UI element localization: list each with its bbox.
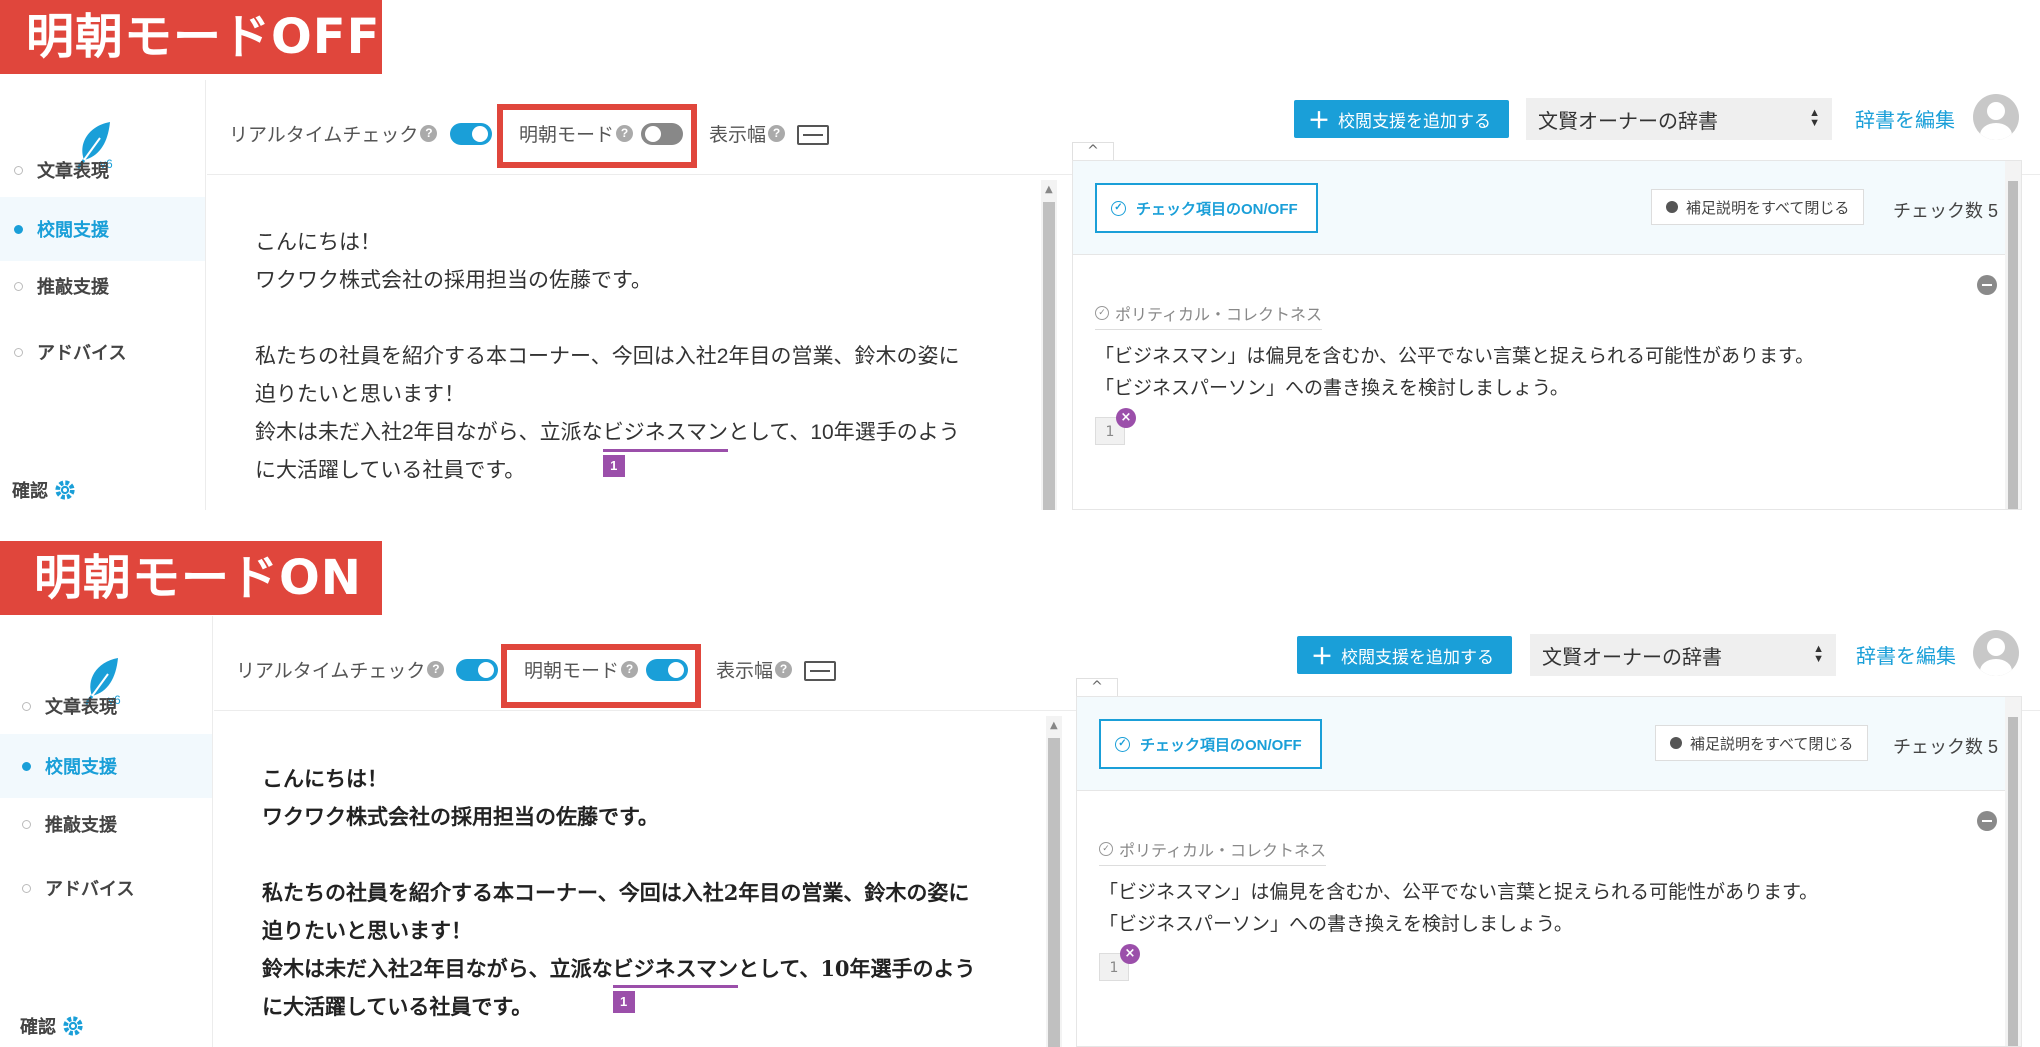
display-width-icon[interactable]: [797, 125, 829, 145]
dictionary-select[interactable]: 文賢オーナーの辞書 ▲ ▼: [1526, 98, 1832, 140]
remove-icon[interactable]: ×: [1120, 944, 1140, 964]
mincho-off-banner: 明朝モードOFF: [0, 0, 382, 74]
result-message: 「ビジネスマン」は偏見を含むか、公平でない言葉と捉えられる可能性があります。 「ビ…: [1099, 882, 1819, 935]
collapse-item-icon[interactable]: [1977, 275, 1997, 295]
results-header: ✓ チェック項目のON/OFF 補足説明をすべて閉じる チェック数 5: [1077, 697, 2021, 791]
category-label: ✓ ポリティカル・コレクトネス: [1099, 837, 1327, 866]
result-message: 「ビジネスマン」は偏見を含むか、公平でない言葉と捉えられる可能性があります。 「ビ…: [1095, 346, 1815, 399]
check-circle-icon: ✓: [1115, 736, 1130, 752]
display-width-icon[interactable]: [804, 661, 836, 681]
highlight-box: [501, 644, 701, 708]
check-items-toggle-button[interactable]: ✓ チェック項目のON/OFF: [1099, 719, 1322, 769]
sidebar-confirm[interactable]: 確認: [12, 477, 76, 503]
realtime-check-label: リアルタイムチェック?: [236, 656, 445, 683]
sidebar: v6 文章表現 校閲支援 推敲支援 アドバイス 確認: [0, 80, 206, 510]
close-all-notes-button[interactable]: 補足説明をすべて閉じる: [1655, 725, 1869, 761]
help-icon[interactable]: ?: [768, 125, 786, 142]
sidebar-item-advice[interactable]: アドバイス: [0, 320, 205, 384]
sidebar-item-expression[interactable]: 文章表現: [0, 674, 212, 738]
select-arrows-icon: ▲ ▼: [1809, 107, 1820, 129]
sidebar-item-revision[interactable]: 推敲支援: [0, 792, 212, 856]
nav-dot-icon: [22, 761, 31, 771]
nav-dot-icon: [22, 883, 31, 893]
text-editor[interactable]: こんにちは！ ワクワク株式会社の採用担当の佐藤です。 私たちの社員を紹介する本コ…: [214, 712, 1062, 1047]
flag-number-badge[interactable]: 1: [612, 991, 635, 1013]
collapse-item-icon[interactable]: [1977, 811, 1997, 831]
results-header: ✓ チェック項目のON/OFF 補足説明をすべて閉じる チェック数 5: [1073, 161, 2021, 255]
occurrence-chip[interactable]: 1 ×: [1095, 408, 1136, 445]
check-items-toggle-button[interactable]: ✓ チェック項目のON/OFF: [1095, 183, 1318, 233]
help-icon[interactable]: ?: [420, 125, 438, 142]
sidebar-confirm[interactable]: 確認: [20, 1013, 84, 1039]
avatar[interactable]: [1973, 630, 2019, 676]
edit-dictionary-link[interactable]: 辞書を編集: [1855, 104, 1955, 133]
nav-dot-icon: [14, 224, 23, 234]
check-count: チェック数 5: [1893, 201, 1999, 221]
speech-bubble-icon: [1666, 201, 1678, 213]
nav-dot-icon: [14, 281, 23, 291]
panel-collapse-tab[interactable]: ^: [1076, 678, 1118, 698]
help-icon[interactable]: ?: [775, 661, 793, 678]
results-panel: ✓ チェック項目のON/OFF 補足説明をすべて閉じる チェック数 5 ✓ ポリティ…: [1076, 696, 2022, 1047]
dictionary-select[interactable]: 文賢オーナーの辞書 ▲ ▼: [1530, 634, 1836, 676]
flag-number-badge[interactable]: 1: [602, 455, 625, 477]
nav-dot-icon: [22, 819, 31, 829]
display-width-label: 表示幅?: [716, 656, 793, 683]
check-circle-icon: ✓: [1099, 842, 1113, 856]
realtime-check-toggle[interactable]: [450, 123, 492, 145]
close-all-notes-button[interactable]: 補足説明をすべて閉じる: [1651, 189, 1865, 225]
add-proofreading-button[interactable]: ＋校閲支援を追加する: [1294, 100, 1510, 138]
gear-icon: [63, 1016, 83, 1036]
flagged-word[interactable]: ビジネスマン 1: [612, 953, 738, 1013]
app-screenshot-mincho-on: v6 文章表現 校閲支援 推敲支援 アドバイス 確認 リアルタイムチェック? 明…: [0, 616, 2040, 1047]
avatar[interactable]: [1973, 94, 2019, 140]
results-panel: ✓ チェック項目のON/OFF 補足説明をすべて閉じる チェック数 5 ✓ ポリティ…: [1072, 160, 2022, 510]
sidebar: v6 文章表現 校閲支援 推敲支援 アドバイス 確認: [0, 616, 213, 1047]
mincho-on-banner: 明朝モードON: [0, 541, 382, 615]
edit-dictionary-link[interactable]: 辞書を編集: [1856, 640, 1956, 669]
editor-scrollbar[interactable]: ▲: [1041, 180, 1057, 510]
sidebar-item-proofreading[interactable]: 校閲支援: [0, 197, 205, 261]
panel-collapse-tab[interactable]: ^: [1072, 142, 1114, 162]
gear-icon: [55, 480, 75, 500]
nav-dot-icon: [14, 165, 23, 175]
sidebar-item-advice[interactable]: アドバイス: [0, 856, 212, 920]
nav-dot-icon: [14, 347, 23, 357]
remove-icon[interactable]: ×: [1116, 408, 1136, 428]
check-circle-icon: ✓: [1095, 306, 1109, 320]
results-scrollbar[interactable]: [2005, 161, 2021, 509]
occurrence-chip[interactable]: 1 ×: [1099, 944, 1140, 981]
sidebar-item-proofreading[interactable]: 校閲支援: [0, 734, 212, 798]
display-width-label: 表示幅?: [709, 120, 786, 147]
editor-text[interactable]: こんにちは！ ワクワク株式会社の採用担当の佐藤です。 私たちの社員を紹介する本コ…: [255, 224, 1015, 490]
app-screenshot-mincho-off: v6 文章表現 校閲支援 推敲支援 アドバイス 確認 リアルタイムチェック? 明…: [0, 80, 2040, 510]
results-scrollbar[interactable]: [2005, 697, 2021, 1046]
realtime-check-toggle[interactable]: [456, 659, 498, 681]
select-arrows-icon: ▲ ▼: [1813, 643, 1824, 665]
check-circle-icon: ✓: [1111, 200, 1126, 216]
sidebar-item-revision[interactable]: 推敲支援: [0, 254, 205, 318]
text-editor[interactable]: こんにちは！ ワクワク株式会社の採用担当の佐藤です。 私たちの社員を紹介する本コ…: [207, 176, 1057, 510]
editor-text[interactable]: こんにちは！ ワクワク株式会社の採用担当の佐藤です。 私たちの社員を紹介する本コ…: [262, 760, 1022, 1026]
add-proofreading-button[interactable]: ＋校閲支援を追加する: [1297, 636, 1513, 674]
realtime-check-label: リアルタイムチェック?: [229, 120, 438, 147]
category-label: ✓ ポリティカル・コレクトネス: [1095, 301, 1323, 330]
flagged-word[interactable]: ビジネスマン 1: [602, 417, 729, 477]
help-icon[interactable]: ?: [427, 661, 445, 678]
speech-bubble-icon: [1670, 737, 1682, 749]
highlight-box: [497, 104, 697, 168]
sidebar-item-expression[interactable]: 文章表現: [0, 138, 205, 202]
editor-scrollbar[interactable]: ▲: [1046, 716, 1062, 1047]
nav-dot-icon: [22, 701, 31, 711]
check-count: チェック数 5: [1893, 737, 1999, 757]
